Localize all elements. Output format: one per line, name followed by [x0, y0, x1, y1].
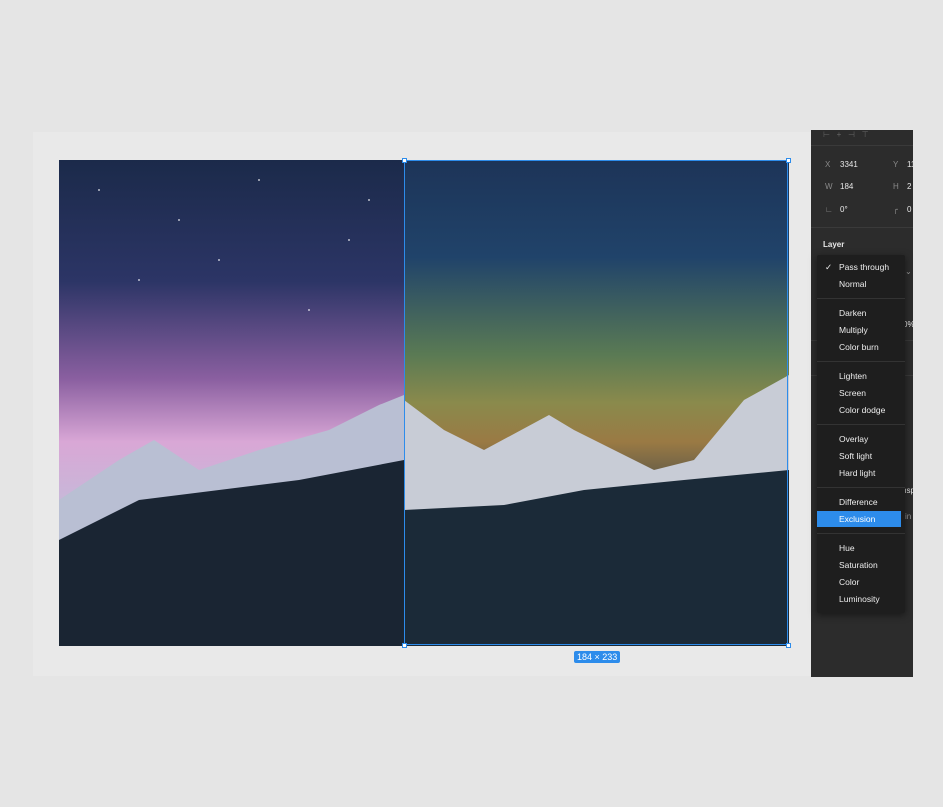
- corner-radius-input[interactable]: 0: [907, 205, 911, 214]
- option-label: Overlay: [839, 434, 869, 444]
- corner-radius-icon: ╭: [893, 205, 898, 214]
- y-label: Y: [893, 160, 899, 169]
- resize-handle[interactable]: [786, 158, 791, 163]
- option-label: Multiply: [839, 325, 868, 335]
- menu-divider: [817, 298, 905, 299]
- layer-section-title: Layer: [823, 240, 845, 249]
- option-label: Luminosity: [839, 594, 880, 604]
- resize-handle[interactable]: [402, 158, 407, 163]
- selection-size-badge: 184 × 233: [574, 651, 621, 663]
- mountain-illustration: [59, 179, 404, 646]
- blend-mode-dropdown[interactable]: ✓ Pass through Normal Darken Multiply Color b…: [817, 255, 905, 613]
- width-input[interactable]: 184: [840, 182, 853, 191]
- blend-mode-option-normal[interactable]: Normal: [817, 276, 901, 292]
- blend-mode-option-exclusion[interactable]: Exclusion: [817, 511, 901, 527]
- blend-mode-option-soft-light[interactable]: Soft light: [817, 448, 901, 464]
- align-icons[interactable]: ⊢ + ⊣ ⊤: [823, 130, 869, 139]
- option-label: Screen: [839, 388, 866, 398]
- resize-handle[interactable]: [786, 643, 791, 648]
- chevron-down-icon[interactable]: ⌄: [905, 267, 912, 276]
- menu-divider: [817, 424, 905, 425]
- option-label: Color burn: [839, 342, 879, 352]
- blend-mode-option-screen[interactable]: Screen: [817, 385, 901, 401]
- menu-divider: [817, 487, 905, 488]
- option-label: Pass through: [839, 262, 890, 272]
- blend-mode-option-difference[interactable]: Difference: [817, 494, 901, 510]
- x-label: X: [825, 160, 831, 169]
- check-icon: ✓: [825, 262, 833, 272]
- blend-mode-option-lighten[interactable]: Lighten: [817, 368, 901, 384]
- option-label: Hue: [839, 543, 855, 553]
- resize-handle[interactable]: [402, 643, 407, 648]
- option-label: Color: [839, 577, 860, 587]
- option-label: Normal: [839, 279, 867, 289]
- blend-mode-option-luminosity[interactable]: Luminosity: [817, 591, 901, 607]
- option-label: Color dodge: [839, 405, 886, 415]
- partial-text: in: [905, 512, 912, 521]
- blend-mode-option-color-burn[interactable]: Color burn: [817, 339, 901, 355]
- blend-mode-option-hard-light[interactable]: Hard light: [817, 465, 901, 481]
- selection-box[interactable]: [404, 160, 788, 645]
- y-input[interactable]: 11: [907, 160, 913, 169]
- rotation-input[interactable]: 0°: [840, 205, 848, 214]
- menu-divider: [817, 361, 905, 362]
- blend-mode-option-color-dodge[interactable]: Color dodge: [817, 402, 901, 418]
- blend-mode-option-multiply[interactable]: Multiply: [817, 322, 901, 338]
- option-label: Soft light: [839, 451, 873, 461]
- w-label: W: [825, 182, 833, 191]
- blend-mode-option-overlay[interactable]: Overlay: [817, 431, 901, 447]
- option-label: Difference: [839, 497, 878, 507]
- option-label: Darken: [839, 308, 867, 318]
- rotation-icon: ∟: [825, 205, 833, 214]
- blend-mode-option-color[interactable]: Color: [817, 574, 901, 590]
- mountain-image-original[interactable]: [59, 160, 404, 646]
- option-label: Saturation: [839, 560, 878, 570]
- option-label: Lighten: [839, 371, 867, 381]
- option-label: Exclusion: [839, 514, 876, 524]
- height-input[interactable]: 2: [907, 182, 911, 191]
- x-input[interactable]: 3341: [840, 160, 858, 169]
- blend-mode-option-darken[interactable]: Darken: [817, 305, 901, 321]
- blend-mode-option-hue[interactable]: Hue: [817, 540, 901, 556]
- blend-mode-option-pass-through[interactable]: ✓ Pass through: [817, 259, 901, 275]
- option-label: Hard light: [839, 468, 876, 478]
- menu-divider: [817, 533, 905, 534]
- blend-mode-option-saturation[interactable]: Saturation: [817, 557, 901, 573]
- h-label: H: [893, 182, 899, 191]
